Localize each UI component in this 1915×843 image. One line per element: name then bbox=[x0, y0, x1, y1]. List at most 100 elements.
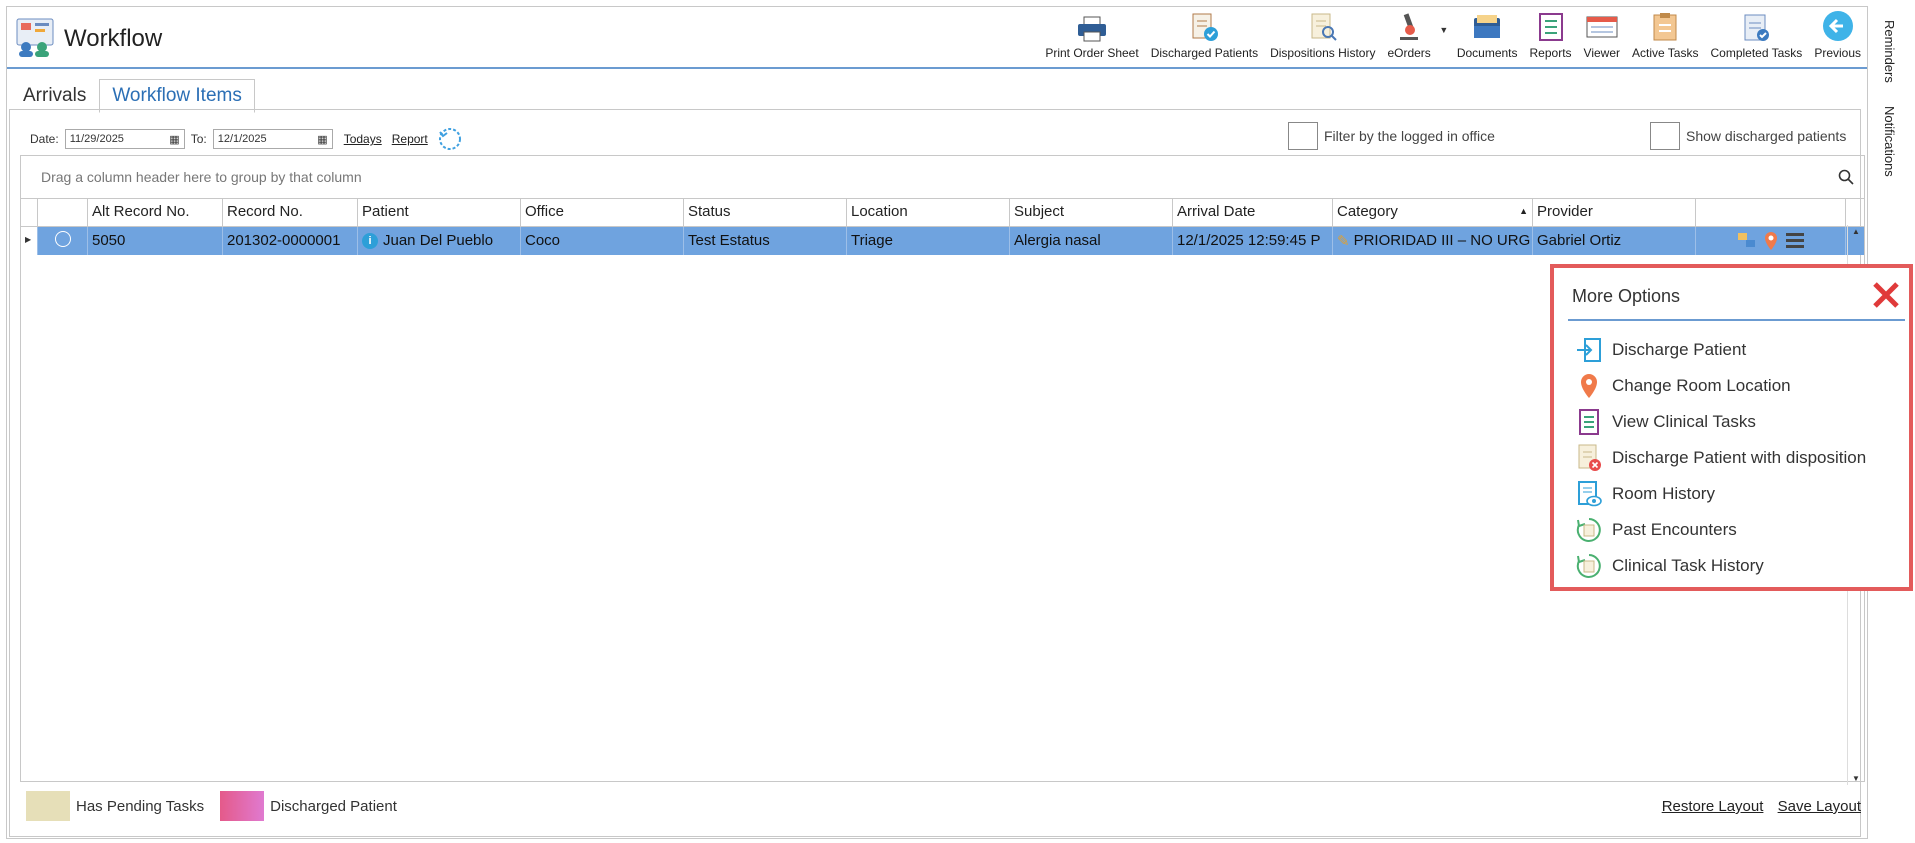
column-arrival-date[interactable]: Arrival Date bbox=[1173, 199, 1333, 226]
option-label: Clinical Task History bbox=[1612, 556, 1764, 575]
row-select[interactable] bbox=[38, 227, 88, 255]
header-bar: Workflow Print Order Sheet Discharged Pa… bbox=[7, 7, 1867, 69]
to-label: To: bbox=[190, 132, 207, 146]
cell-status: Test Estatus bbox=[684, 227, 847, 255]
discharge-patient-option[interactable]: Discharge Patient bbox=[1576, 335, 1746, 365]
printer-icon bbox=[1078, 16, 1106, 42]
date-filter-bar: Date: 11/29/2025 ▦ To: 12/1/2025 ▦ Today… bbox=[30, 126, 463, 152]
column-category[interactable]: Category ▲ bbox=[1333, 199, 1533, 226]
filter-office-label: Filter by the logged in office bbox=[1324, 128, 1495, 144]
filter-office-option[interactable]: Filter by the logged in office bbox=[1288, 122, 1495, 150]
restore-layout-link[interactable]: Restore Layout bbox=[1662, 798, 1764, 815]
back-arrow-icon bbox=[1822, 11, 1853, 41]
pending-swatch bbox=[26, 791, 70, 821]
discharged-patients-button[interactable]: Discharged Patients bbox=[1145, 7, 1264, 67]
save-layout-link[interactable]: Save Layout bbox=[1778, 798, 1861, 815]
toolbar-label: eOrders bbox=[1387, 46, 1431, 60]
page-title: Workflow bbox=[64, 25, 163, 52]
popup-title: More Options bbox=[1572, 286, 1681, 306]
tab-arrivals[interactable]: Arrivals bbox=[10, 79, 99, 113]
dispositions-history-button[interactable]: Dispositions History bbox=[1264, 7, 1381, 67]
row-radio-icon[interactable] bbox=[54, 231, 71, 247]
room-history-option[interactable]: Room History bbox=[1576, 479, 1715, 509]
discharge-icon bbox=[1577, 338, 1601, 362]
group-by-panel[interactable]: Drag a column header here to group by th… bbox=[21, 156, 1864, 199]
header-indicator bbox=[21, 199, 38, 226]
reports-button[interactable]: Reports bbox=[1524, 7, 1578, 67]
popup-divider bbox=[1568, 319, 1905, 321]
workflow-logo-icon bbox=[16, 18, 54, 57]
table-row[interactable]: ▶ 5050 201302-0000001 i Juan Del Pueblo … bbox=[21, 227, 1864, 255]
active-tasks-icon bbox=[1653, 13, 1677, 41]
completed-tasks-icon bbox=[1744, 14, 1770, 41]
eorders-dropdown-icon[interactable]: ▼ bbox=[1437, 7, 1451, 67]
cell-office: Coco bbox=[521, 227, 684, 255]
report-link[interactable]: Report bbox=[392, 132, 428, 146]
cell-provider: Gabriel Ortiz bbox=[1533, 227, 1696, 255]
scroll-down-icon[interactable]: ▼ bbox=[1848, 774, 1864, 783]
column-patient[interactable]: Patient bbox=[358, 199, 521, 226]
header-select bbox=[38, 199, 88, 226]
refresh-icon[interactable] bbox=[437, 126, 463, 152]
past-encounters-option[interactable]: Past Encounters bbox=[1576, 515, 1737, 545]
notifications-tab[interactable]: Notifications bbox=[1882, 106, 1897, 177]
hamburger-menu-icon[interactable] bbox=[1785, 231, 1805, 249]
group-hint: Drag a column header here to group by th… bbox=[41, 169, 362, 185]
more-options-popup: More Options Discharge Patient Change Ro… bbox=[1550, 264, 1913, 591]
show-discharged-option[interactable]: Show discharged patients bbox=[1650, 122, 1846, 150]
close-icon[interactable] bbox=[1871, 280, 1901, 310]
scroll-up-icon[interactable]: ▲ bbox=[1848, 225, 1864, 236]
show-discharged-checkbox[interactable] bbox=[1650, 122, 1680, 150]
cell-arrival-date: 12/1/2025 12:59:45 P bbox=[1173, 227, 1333, 255]
room-history-icon bbox=[1578, 481, 1602, 507]
column-status[interactable]: Status bbox=[684, 199, 847, 226]
legend-pending-label: Has Pending Tasks bbox=[76, 797, 205, 815]
location-pin-icon bbox=[1581, 374, 1597, 398]
filter-office-checkbox[interactable] bbox=[1288, 122, 1318, 150]
cell-record: 201302-0000001 bbox=[223, 227, 358, 255]
tab-workflow-items[interactable]: Workflow Items bbox=[99, 79, 255, 113]
viewer-icon bbox=[1586, 16, 1618, 38]
search-icon[interactable] bbox=[1838, 169, 1854, 185]
location-pin-icon[interactable] bbox=[1763, 231, 1779, 251]
date-to-value: 12/1/2025 bbox=[217, 133, 267, 145]
column-location[interactable]: Location bbox=[847, 199, 1010, 226]
date-from-value: 11/29/2025 bbox=[69, 133, 124, 145]
column-office[interactable]: Office bbox=[521, 199, 684, 226]
calendar-icon[interactable]: ▦ bbox=[169, 133, 179, 146]
column-provider[interactable]: Provider bbox=[1533, 199, 1696, 226]
tab-strip: Arrivals Workflow Items bbox=[10, 79, 255, 113]
option-label: Room History bbox=[1612, 484, 1715, 503]
cell-subject: Alergia nasal bbox=[1010, 227, 1173, 255]
cell-actions bbox=[1696, 227, 1846, 255]
view-clinical-tasks-option[interactable]: View Clinical Tasks bbox=[1576, 407, 1756, 437]
reminders-tab[interactable]: Reminders bbox=[1882, 20, 1897, 83]
date-to-input[interactable]: 12/1/2025 ▦ bbox=[212, 129, 333, 149]
toolbar-label: Print Order Sheet bbox=[1045, 46, 1139, 60]
dispositions-history-icon bbox=[1311, 13, 1337, 41]
clinical-tasks-icon bbox=[1579, 409, 1599, 435]
column-record[interactable]: Record No. bbox=[223, 199, 358, 226]
clinical-task-history-option[interactable]: Clinical Task History bbox=[1576, 551, 1764, 581]
viewer-button[interactable]: Viewer bbox=[1578, 7, 1626, 67]
discharged-swatch bbox=[220, 791, 265, 821]
column-subject[interactable]: Subject bbox=[1010, 199, 1173, 226]
previous-button[interactable]: Previous bbox=[1808, 7, 1867, 67]
info-icon[interactable]: i bbox=[362, 233, 378, 249]
discharge-with-disposition-option[interactable]: Discharge Patient with disposition bbox=[1576, 443, 1866, 473]
cell-patient: i Juan Del Pueblo bbox=[358, 227, 521, 255]
transfer-icon[interactable] bbox=[1737, 231, 1757, 249]
eorders-button[interactable]: eOrders bbox=[1381, 7, 1436, 67]
active-tasks-button[interactable]: Active Tasks bbox=[1626, 7, 1704, 67]
change-room-location-option[interactable]: Change Room Location bbox=[1576, 371, 1791, 401]
documents-button[interactable]: Documents bbox=[1451, 7, 1524, 67]
column-alt-record[interactable]: Alt Record No. bbox=[88, 199, 223, 226]
option-label: Change Room Location bbox=[1612, 376, 1791, 395]
toolbar-label: Viewer bbox=[1583, 46, 1621, 60]
date-from-input[interactable]: 11/29/2025 ▦ bbox=[64, 129, 185, 149]
todays-link[interactable]: Todays bbox=[344, 132, 382, 146]
print-order-sheet-button[interactable]: Print Order Sheet bbox=[1039, 7, 1144, 67]
completed-tasks-button[interactable]: Completed Tasks bbox=[1704, 7, 1808, 67]
toolbar-label: Active Tasks bbox=[1632, 46, 1699, 60]
calendar-icon[interactable]: ▦ bbox=[317, 133, 327, 146]
